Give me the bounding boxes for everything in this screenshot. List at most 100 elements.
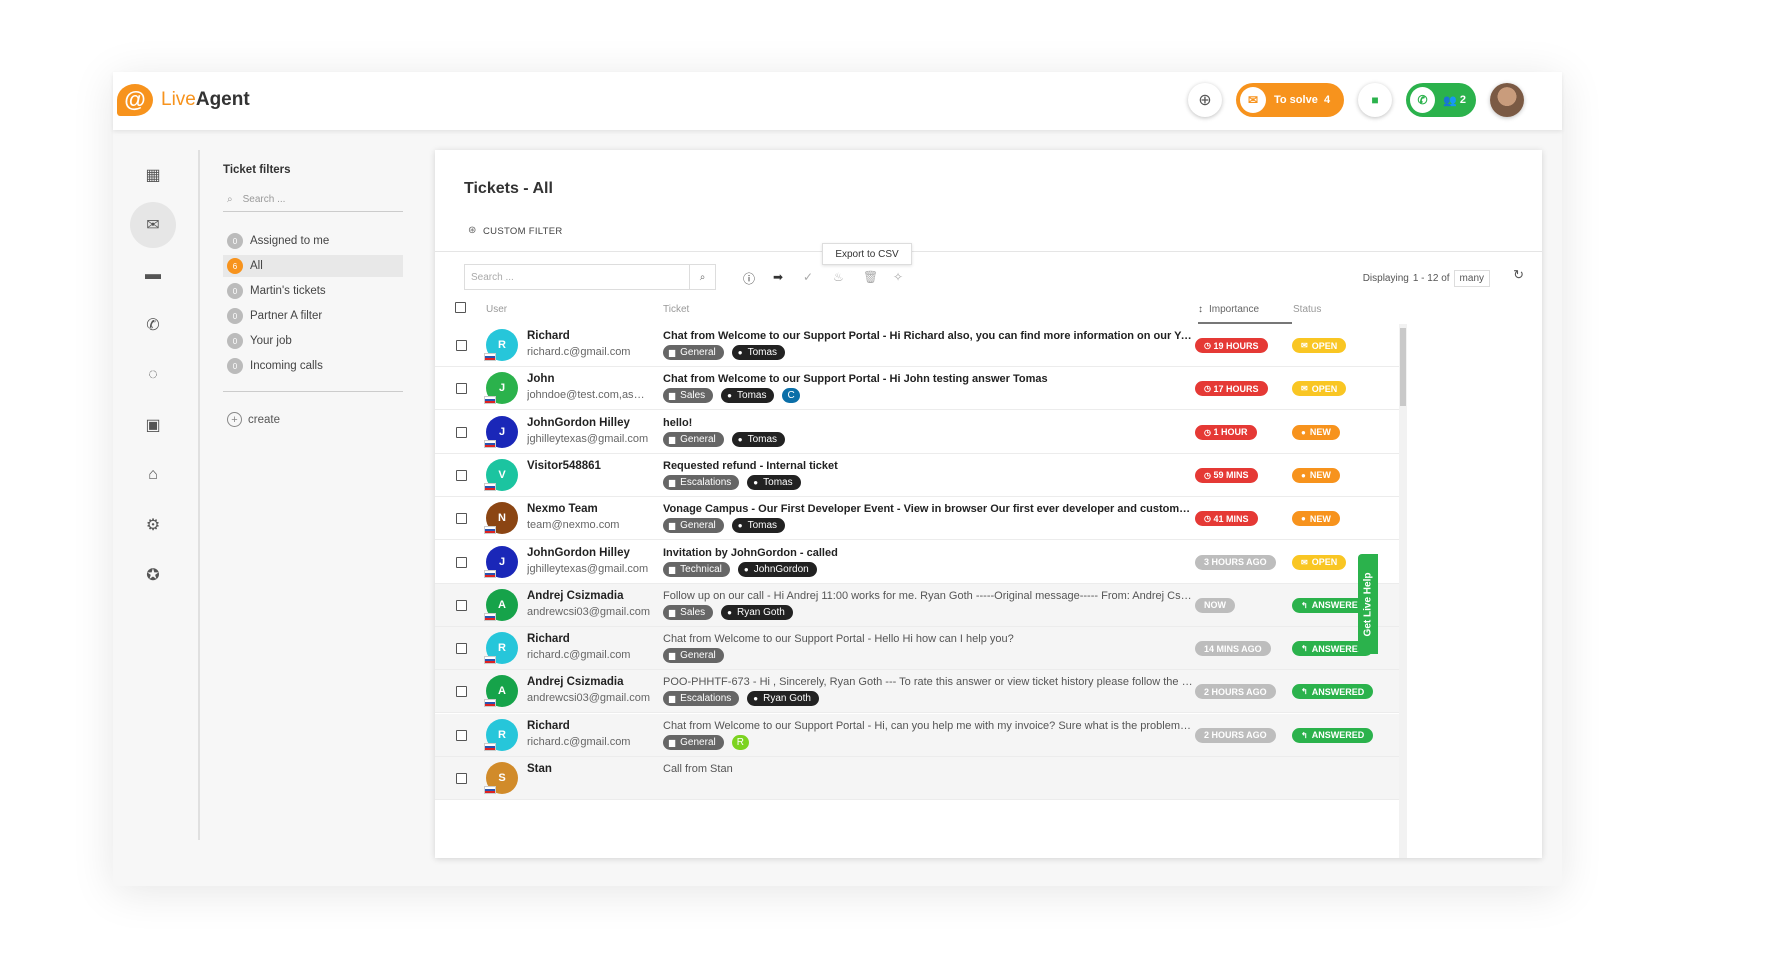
star-icon[interactable]: ✪	[130, 552, 176, 598]
ticket-row[interactable]: R Richard richard.c@gmail.com Chat from Wel…	[435, 713, 1399, 757]
ticket-subject[interactable]: POO-PHHTF-673 - Hi , Sincerely, Ryan Got…	[663, 676, 1193, 688]
ticket-row[interactable]: A Andrej Csizmadia andrewcsi03@gmail.com PO…	[435, 670, 1399, 714]
department-tag[interactable]: ▆ Escalations	[663, 691, 740, 707]
phone-icon[interactable]: ✆	[130, 302, 176, 348]
department-tag[interactable]: ▆ General	[663, 431, 724, 447]
bank-icon[interactable]: ⌂	[130, 452, 176, 498]
ticket-subject[interactable]: Call from Stan	[663, 763, 1193, 775]
gear-icon[interactable]: ⚙	[130, 502, 176, 548]
agent-tag[interactable]: ● Tomas	[731, 518, 786, 534]
export-icon[interactable]: ➡	[773, 270, 783, 284]
column-status[interactable]: Status	[1293, 304, 1321, 315]
search-button[interactable]: ⌕	[690, 264, 716, 290]
department-tag[interactable]: ▆ General	[663, 648, 724, 664]
ticket-row[interactable]: J JohnGordon Hilley jghilleytexas@gmail.co…	[435, 411, 1399, 454]
agent-tag[interactable]: ● Tomas	[731, 431, 786, 447]
ticket-subject[interactable]: Chat from Welcome to our Support Portal …	[663, 373, 1193, 385]
agent-tag[interactable]: ● Tomas	[747, 474, 801, 490]
add-icon[interactable]: ⊕	[1188, 83, 1222, 117]
ticket-search-input[interactable]: Search ...	[464, 264, 690, 290]
clock-icon: ◷	[1204, 514, 1211, 524]
agent-tag[interactable]: ● Tomas	[721, 388, 775, 404]
ticket-row[interactable]: R Richard richard.c@gmail.com Chat from Wel…	[435, 324, 1399, 367]
ticket-subject[interactable]: Chat from Welcome to our Support Portal …	[663, 633, 1193, 645]
ticket-subject[interactable]: Vonage Campus - Our First Developer Even…	[663, 503, 1193, 515]
ticket-row[interactable]: JJohnjohndoe@test.com,as@test.comChat fr…	[435, 367, 1399, 411]
ticket-subject[interactable]: Chat from Welcome to our Support Portal …	[663, 720, 1193, 732]
row-checkbox[interactable]	[456, 773, 467, 784]
filter-item[interactable]: 0 Partner A filter	[223, 305, 403, 327]
filter-item[interactable]: 0 Your job	[223, 330, 403, 352]
user-avatar[interactable]	[1490, 83, 1524, 117]
resolve-icon[interactable]: ✓	[803, 270, 813, 284]
ticket-row[interactable]: N Nexmo Team team@nexmo.com Vonage Campus -…	[435, 497, 1399, 541]
magic-wand-icon[interactable]: ✧	[893, 270, 903, 284]
liveagent-logo[interactable]: @ LiveAgent	[117, 82, 250, 118]
filter-item[interactable]: 0 Incoming calls	[223, 355, 403, 377]
ticket-subject[interactable]: Invitation by JohnGordon - called	[663, 547, 1193, 559]
row-checkbox[interactable]	[456, 556, 467, 568]
tag-badge[interactable]: C	[782, 388, 800, 404]
filter-search-input[interactable]: ⌕ Search ...	[223, 188, 403, 212]
mail-icon[interactable]: ✉	[130, 202, 176, 248]
filter-item[interactable]: 6 All	[223, 255, 403, 277]
user-icon: ●	[737, 521, 743, 531]
ticket-subject[interactable]: hello!	[663, 417, 1193, 429]
refresh-icon[interactable]: ↻	[1513, 267, 1524, 283]
info-icon[interactable]: ⓘ	[743, 270, 755, 287]
department-tag[interactable]: ▆ Sales	[663, 388, 714, 404]
agent-tag[interactable]: ● JohnGordon	[737, 561, 817, 577]
row-checkbox[interactable]	[456, 686, 467, 698]
row-checkbox[interactable]	[456, 729, 467, 741]
column-ticket[interactable]: Ticket	[663, 304, 689, 315]
calls-button[interactable]: ✆ 👥 2	[1406, 83, 1476, 117]
column-importance[interactable]: Importance	[1209, 304, 1259, 315]
ticket-row[interactable]: J JohnGordon Hilley jghilleytexas@gmail.co…	[435, 541, 1399, 584]
ticket-row[interactable]: S Stan Call from Stan	[435, 757, 1399, 800]
chat-icon[interactable]: ▬	[130, 252, 176, 298]
ticket-row[interactable]: V Visitor548861 Requested refund - Interna…	[435, 454, 1399, 497]
ticket-subject[interactable]: Follow up on our call - Hi Andrej 11:00 …	[663, 590, 1193, 602]
agent-tag[interactable]: ● Ryan Goth	[747, 691, 819, 707]
dashboard-icon[interactable]: ▦	[130, 152, 176, 198]
contacts-icon[interactable]: ▣	[130, 402, 176, 448]
row-checkbox[interactable]	[456, 643, 467, 655]
get-live-help-button[interactable]: Get Live Help	[1358, 554, 1378, 654]
custom-filter-button[interactable]: CUSTOM FILTER	[483, 226, 563, 237]
row-checkbox[interactable]	[456, 513, 467, 525]
ticket-row[interactable]: A Andrej Csizmadia andrewcsi03@gmail.com Fo…	[435, 583, 1399, 627]
row-checkbox[interactable]	[456, 383, 467, 395]
filter-icon: ⊛	[468, 225, 477, 236]
ticket-row[interactable]: R Richard richard.c@gmail.com Chat from Wel…	[435, 627, 1399, 671]
to-solve-button[interactable]: ✉ To solve 4	[1236, 83, 1344, 117]
row-checkbox[interactable]	[456, 340, 467, 351]
trash-icon[interactable]: 🗑	[863, 270, 878, 284]
filter-item[interactable]: 0 Martin's tickets	[223, 280, 403, 302]
department-tag[interactable]: ▆ Technical	[663, 561, 730, 577]
row-checkbox[interactable]	[456, 599, 467, 611]
department-tag[interactable]: ▆ General	[663, 518, 724, 534]
fire-icon[interactable]: ♨	[833, 270, 844, 284]
total-dropdown[interactable]: many	[1453, 270, 1490, 287]
scrollbar-thumb[interactable]	[1400, 328, 1406, 406]
filter-item[interactable]: 0 Assigned to me	[223, 230, 403, 252]
department-tag[interactable]: ▆ General	[663, 734, 724, 750]
column-user[interactable]: User	[486, 304, 507, 315]
filter-label: All	[250, 260, 263, 272]
refresh-icon[interactable]: ◌	[130, 352, 176, 398]
tag-badge[interactable]: R	[731, 734, 749, 750]
ticket-subject[interactable]: Requested refund - Internal ticket	[663, 460, 1193, 472]
create-filter-button[interactable]: + create	[223, 412, 403, 427]
department-tag[interactable]: ▆ General	[663, 345, 724, 360]
ticket-subject[interactable]: Chat from Welcome to our Support Portal …	[663, 330, 1193, 342]
department-tag[interactable]: ▆ Escalations	[663, 474, 740, 490]
agent-tag[interactable]: ● Ryan Goth	[721, 604, 793, 620]
row-checkbox[interactable]	[456, 469, 467, 481]
department-tag[interactable]: ▆ Sales	[663, 604, 714, 620]
ticket-tags: ▆ Escalations ● Ryan Goth	[663, 691, 819, 707]
row-checkbox[interactable]	[456, 426, 467, 438]
agent-tag[interactable]: ● Tomas	[731, 345, 786, 360]
user-icon: ●	[727, 607, 733, 617]
select-all-checkbox[interactable]	[455, 302, 466, 313]
chat-status-button[interactable]: ■	[1358, 83, 1392, 117]
